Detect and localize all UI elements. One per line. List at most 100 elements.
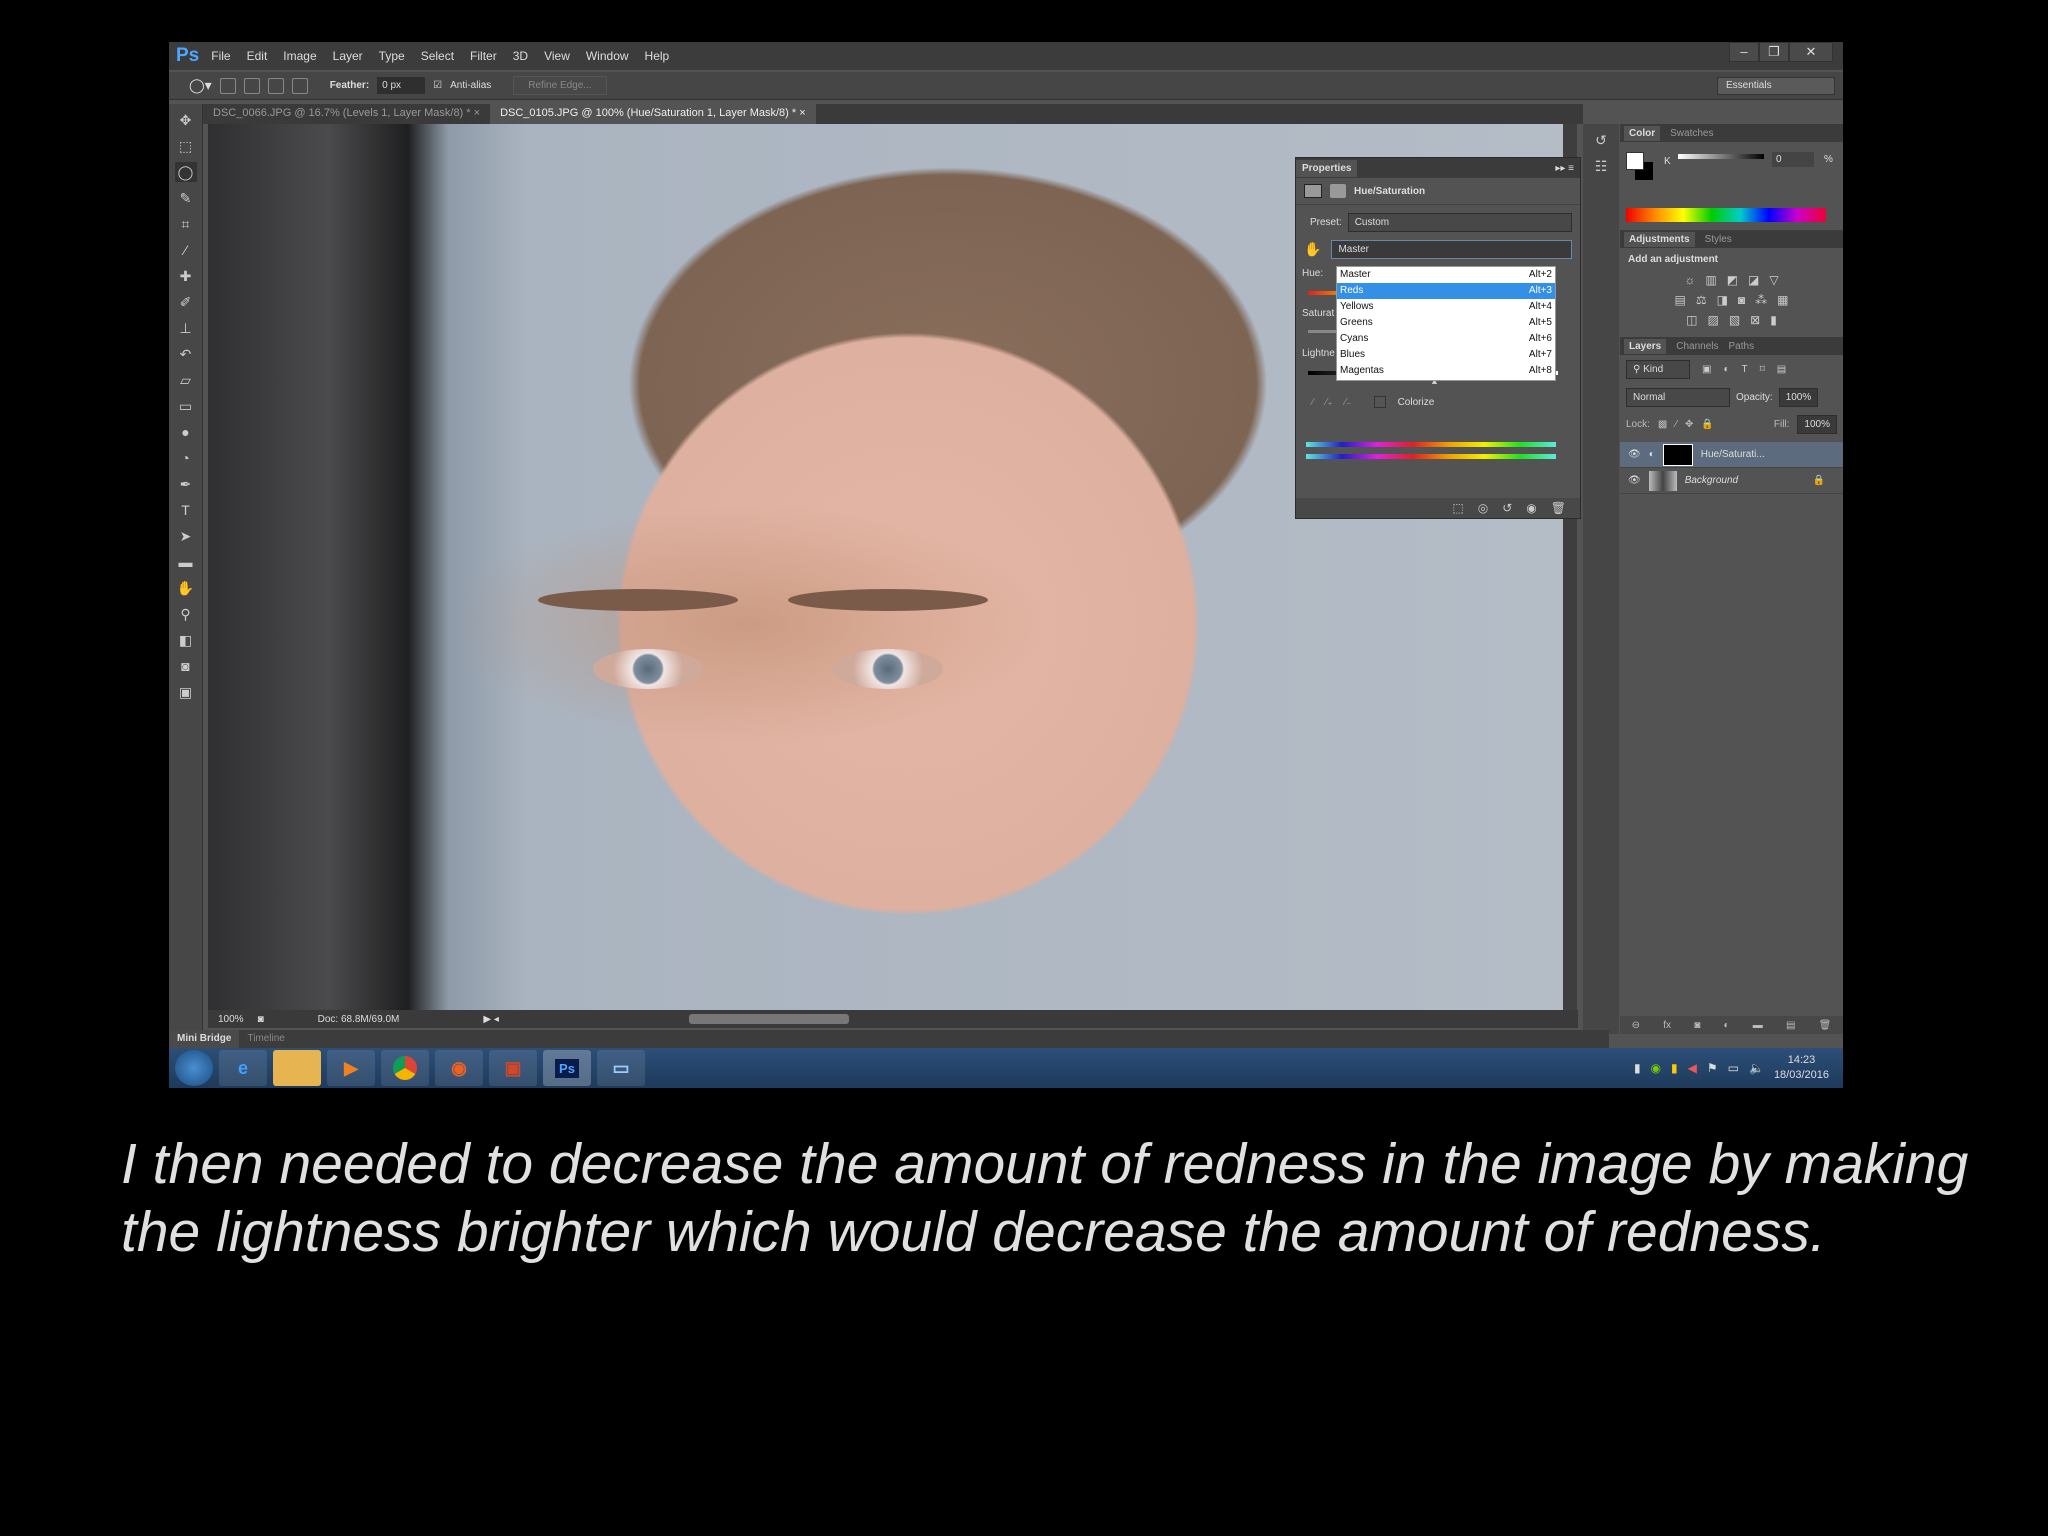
eraser-tool-icon[interactable]: ▱ bbox=[175, 370, 197, 390]
tab-styles[interactable]: Styles bbox=[1705, 234, 1732, 245]
eye-visibility-icon[interactable]: 👁 bbox=[1628, 475, 1641, 486]
exposure-icon[interactable]: ◪ bbox=[1748, 273, 1759, 287]
filter-smart-icon[interactable]: ▤ bbox=[1777, 364, 1786, 375]
new-group-icon[interactable]: ▬ bbox=[1753, 1020, 1763, 1031]
menu-3d[interactable]: 3D bbox=[513, 49, 528, 63]
channel-select[interactable]: Master bbox=[1331, 240, 1572, 259]
eyedropper-minus-icon[interactable]: ⁄₋ bbox=[1345, 397, 1352, 408]
channel-option-magentas[interactable]: Magentas Alt+8 bbox=[1337, 363, 1555, 379]
color-swatches-icon[interactable]: ◧ bbox=[175, 630, 197, 650]
taskbar-chrome-icon[interactable] bbox=[381, 1050, 429, 1086]
healing-tool-icon[interactable]: ✚ bbox=[175, 266, 197, 286]
lasso-tool-icon[interactable]: ◯ bbox=[174, 162, 197, 182]
tab-timeline[interactable]: Timeline bbox=[239, 1030, 292, 1048]
hand-tool-icon[interactable]: ✋ bbox=[175, 578, 197, 598]
refine-edge-button[interactable]: Refine Edge... bbox=[513, 76, 607, 95]
blend-mode-select[interactable]: Normal bbox=[1626, 388, 1730, 407]
colorize-checkbox[interactable] bbox=[1373, 396, 1386, 408]
close-button[interactable]: ✕ bbox=[1789, 42, 1833, 62]
taskbar-explorer-icon[interactable] bbox=[273, 1050, 321, 1086]
brightness-contrast-icon[interactable]: ☼ bbox=[1684, 273, 1695, 287]
new-layer-icon[interactable]: ▤ bbox=[1786, 1020, 1795, 1031]
menu-view[interactable]: View bbox=[544, 49, 570, 63]
tab-adjustments[interactable]: Adjustments bbox=[1624, 231, 1695, 247]
menu-type[interactable]: Type bbox=[379, 49, 405, 63]
zoom-tool-icon[interactable]: ⚲ bbox=[175, 604, 197, 624]
foreground-color-swatch[interactable] bbox=[1626, 152, 1644, 170]
k-slider[interactable] bbox=[1678, 154, 1764, 159]
mask-icon[interactable] bbox=[1330, 184, 1346, 198]
path-select-tool-icon[interactable]: ➤ bbox=[175, 526, 197, 546]
channel-option-reds[interactable]: Reds Alt+3 bbox=[1337, 283, 1555, 299]
eyedropper-tool-icon[interactable]: ⁄ bbox=[175, 240, 197, 260]
channel-option-cyans[interactable]: Cyans Alt+6 bbox=[1337, 331, 1555, 347]
restore-button[interactable]: ❐ bbox=[1759, 42, 1789, 62]
marquee-tool-icon[interactable]: ⬚ bbox=[175, 136, 197, 156]
tab-channels[interactable]: Channels bbox=[1676, 341, 1718, 352]
taskbar-media-player-icon[interactable]: ▶ bbox=[327, 1050, 375, 1086]
tray-usb-icon[interactable]: ▮ bbox=[1634, 1061, 1641, 1075]
quick-mask-icon[interactable]: ◙ bbox=[175, 656, 197, 676]
channel-option-yellows[interactable]: Yellows Alt+4 bbox=[1337, 299, 1555, 315]
lock-all-icon[interactable]: 🔒 bbox=[1701, 419, 1713, 430]
taskbar-photoshop-icon[interactable]: Ps bbox=[543, 1050, 591, 1086]
tab-layers[interactable]: Layers bbox=[1624, 338, 1667, 354]
panel-menu-icon[interactable]: ▸▸ ≡ bbox=[1555, 163, 1574, 174]
menu-filter[interactable]: Filter bbox=[470, 49, 497, 63]
gradient-map-icon[interactable]: ▮ bbox=[1770, 313, 1777, 327]
type-tool-icon[interactable]: T bbox=[175, 500, 197, 520]
channel-mixer-icon[interactable]: ⁂ bbox=[1755, 293, 1767, 307]
eyedropper-plus-icon[interactable]: ⁄₊ bbox=[1326, 397, 1333, 408]
close-tab-icon[interactable]: × bbox=[799, 107, 805, 119]
feather-input[interactable]: 0 px bbox=[377, 77, 426, 94]
minimize-button[interactable]: – bbox=[1729, 42, 1759, 62]
color-balance-icon[interactable]: ⚖ bbox=[1696, 293, 1707, 307]
targeted-adjustment-hand-icon[interactable]: ✋ bbox=[1304, 241, 1321, 258]
lasso-icon[interactable]: ◯▾ bbox=[189, 77, 212, 94]
brush-tool-icon[interactable]: ✐ bbox=[175, 292, 197, 312]
posterize-icon[interactable]: ▨ bbox=[1707, 313, 1718, 327]
menu-help[interactable]: Help bbox=[645, 49, 670, 63]
blur-tool-icon[interactable]: ● bbox=[175, 422, 197, 442]
menu-select[interactable]: Select bbox=[421, 49, 454, 63]
layer-filter-select[interactable]: ⚲ Kind bbox=[1626, 360, 1690, 379]
channel-option-master[interactable]: Master Alt+2 bbox=[1337, 267, 1555, 283]
new-selection-icon[interactable] bbox=[219, 77, 236, 94]
workspace-select[interactable]: Essentials bbox=[1717, 77, 1835, 95]
intersect-selection-icon[interactable] bbox=[291, 77, 308, 94]
add-selection-icon[interactable] bbox=[243, 77, 260, 94]
tray-security-icon[interactable]: ▮ bbox=[1671, 1061, 1678, 1075]
stamp-tool-icon[interactable]: ⊥ bbox=[175, 318, 197, 338]
link-layers-icon[interactable]: ⊖ bbox=[1632, 1020, 1640, 1031]
properties-panel-icon[interactable]: ☷ bbox=[1590, 156, 1612, 176]
tray-volume-icon[interactable]: 🔈 bbox=[1749, 1061, 1764, 1075]
menu-layer[interactable]: Layer bbox=[333, 49, 363, 63]
tab-paths[interactable]: Paths bbox=[1729, 341, 1755, 352]
history-brush-icon[interactable]: ↶ bbox=[175, 344, 197, 364]
view-previous-icon[interactable]: ◎ bbox=[1478, 501, 1488, 515]
hue-saturation-icon[interactable]: ▤ bbox=[1674, 293, 1685, 307]
visibility-icon[interactable]: ◉ bbox=[1526, 501, 1536, 515]
tray-alert-icon[interactable]: ◀ bbox=[1688, 1061, 1697, 1075]
menu-file[interactable]: File bbox=[211, 49, 230, 63]
dodge-tool-icon[interactable]: ◔ bbox=[175, 448, 197, 468]
tab-color[interactable]: Color bbox=[1624, 125, 1661, 141]
taskbar-ie-icon[interactable]: e bbox=[219, 1050, 267, 1086]
shape-tool-icon[interactable]: ▬ bbox=[175, 552, 197, 572]
photo-filter-icon[interactable]: ◙ bbox=[1738, 293, 1745, 307]
pen-tool-icon[interactable]: ✒ bbox=[175, 474, 197, 494]
opacity-input[interactable]: 100% bbox=[1778, 388, 1819, 407]
lock-image-icon[interactable]: ⁄ bbox=[1675, 419, 1677, 430]
reset-icon[interactable]: ↺ bbox=[1502, 501, 1512, 515]
taskbar-photos-icon[interactable]: ▭ bbox=[597, 1050, 645, 1086]
lock-position-icon[interactable]: ✥ bbox=[1685, 419, 1693, 430]
delete-icon[interactable]: 🗑 bbox=[1551, 501, 1566, 515]
menu-edit[interactable]: Edit bbox=[247, 49, 268, 63]
horizontal-scrollbar-thumb[interactable] bbox=[689, 1014, 849, 1024]
subtract-selection-icon[interactable] bbox=[267, 77, 284, 94]
filter-pixel-icon[interactable]: ▣ bbox=[1702, 364, 1711, 375]
clip-to-layer-icon[interactable]: ⬚ bbox=[1452, 501, 1463, 515]
layer-mask-thumbnail[interactable] bbox=[1662, 443, 1693, 466]
channel-option-greens[interactable]: Greens Alt+5 bbox=[1337, 315, 1555, 331]
layer-row-background[interactable]: 👁 Background 🔒 bbox=[1620, 468, 1843, 494]
